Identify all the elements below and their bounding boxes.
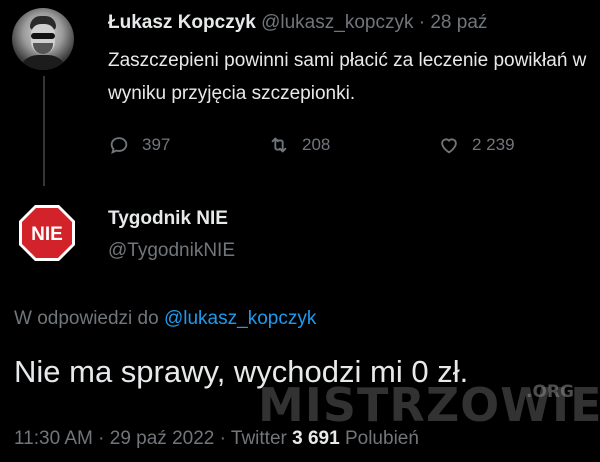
reply-author-handle[interactable]: @TygodnikNIE bbox=[108, 240, 235, 262]
stop-sign-avatar[interactable]: NIE bbox=[18, 204, 76, 262]
tweet-date[interactable]: 28 paź bbox=[430, 12, 487, 33]
author-name[interactable]: Łukasz Kopczyk bbox=[108, 12, 256, 33]
like-count: 2 239 bbox=[472, 135, 515, 154]
speech-bubble-icon bbox=[110, 137, 128, 154]
like-button[interactable]: 2 239 bbox=[438, 134, 515, 156]
avatar[interactable] bbox=[12, 8, 74, 70]
meta-separator: · bbox=[219, 428, 226, 449]
likes-label[interactable]: Polubień bbox=[345, 428, 419, 449]
reply-count: 397 bbox=[142, 135, 171, 154]
reply-source: Twitter bbox=[230, 428, 287, 449]
reply-time[interactable]: 11:30 AM bbox=[14, 428, 93, 449]
separator-dot: · bbox=[418, 12, 426, 33]
stop-sign-text: NIE bbox=[31, 224, 63, 245]
tweet-text: Zaszczepieni powinni sami płacić za lecz… bbox=[108, 50, 587, 104]
avatar-sunglasses bbox=[31, 33, 55, 39]
reply-date[interactable]: 29 paź 2022 bbox=[110, 428, 215, 449]
retweet-icon bbox=[271, 137, 287, 153]
original-tweet[interactable]: Łukasz Kopczyk @lukasz_kopczyk · 28 paź … bbox=[0, 0, 600, 190]
likes-count[interactable]: 3 691 bbox=[292, 428, 340, 449]
reply-button[interactable]: 397 bbox=[108, 134, 170, 156]
tweet-actions: 397 208 2 239 bbox=[108, 134, 548, 158]
avatar-shirt bbox=[18, 55, 68, 70]
retweet-count: 208 bbox=[302, 135, 331, 154]
thread-connector-line bbox=[43, 76, 45, 186]
reply-context: W odpowiedzi do @lukasz_kopczyk bbox=[14, 308, 316, 330]
meta-separator: · bbox=[98, 428, 105, 449]
reply-meta: 11:30 AM · 29 paź 2022 · Twitter 3 691 P… bbox=[14, 428, 419, 450]
watermark: MISTRZOWIE .ORG bbox=[258, 378, 600, 432]
watermark-suffix: .ORG bbox=[526, 382, 574, 402]
tweet-header: Łukasz Kopczyk @lukasz_kopczyk · 28 paź bbox=[108, 12, 487, 34]
reply-to-mention-link[interactable]: @lukasz_kopczyk bbox=[164, 308, 316, 329]
author-handle[interactable]: @lukasz_kopczyk bbox=[261, 12, 413, 33]
heart-icon bbox=[441, 138, 457, 154]
reply-to-prefix: W odpowiedzi do bbox=[14, 308, 159, 329]
reply-author-name[interactable]: Tygodnik NIE bbox=[108, 208, 228, 230]
retweet-button[interactable]: 208 bbox=[268, 134, 330, 156]
